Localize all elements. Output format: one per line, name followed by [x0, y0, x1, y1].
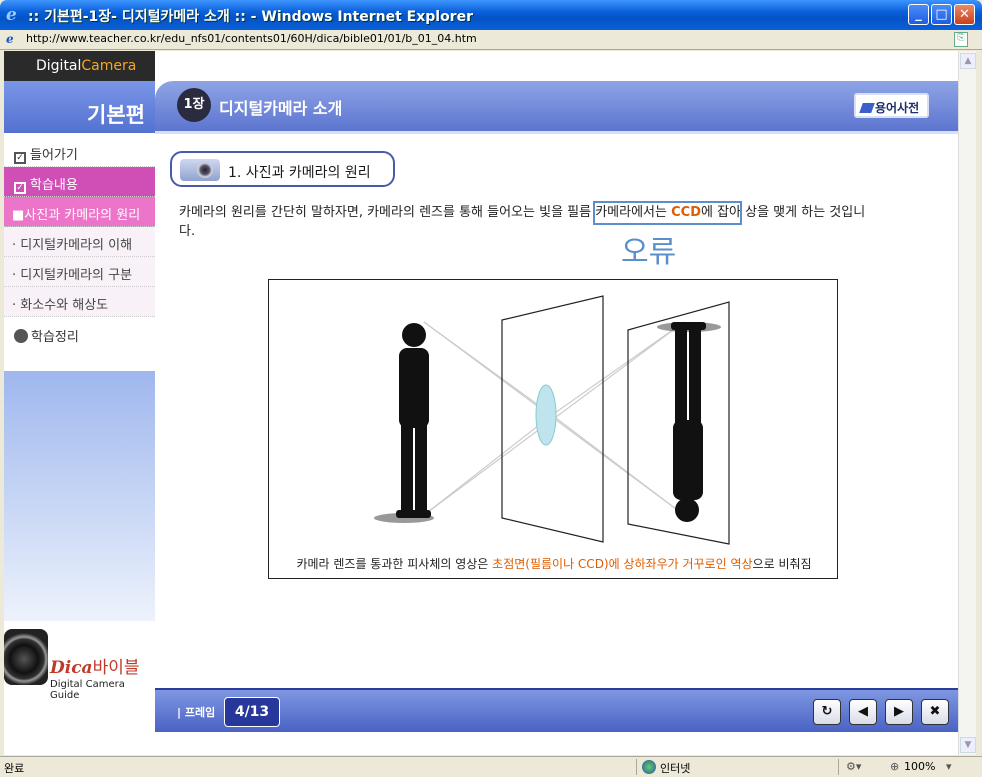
figure-caption: 카메라 렌즈를 통과한 피사체의 영상은 초점면(필름이나 CCD)에 상하좌우… — [269, 555, 839, 572]
zone-text: 인터넷 — [660, 762, 691, 775]
vertical-scrollbar[interactable]: ▲ ▼ — [958, 51, 976, 755]
brand-camera: Camera — [81, 58, 137, 74]
next-button[interactable]: ▶ — [885, 699, 913, 725]
bottom-bar: | 프레임 4/13 ↻ ◀ ▶ ✖ — [155, 688, 958, 732]
chapter-title: 디지털카메라 소개 — [219, 99, 343, 118]
inverted-image-silhouette — [671, 322, 706, 522]
logo-bible: 바이블 — [92, 658, 140, 678]
dica-bible-logo: Dica바이블 Digital Camera Guide — [4, 621, 155, 731]
address-bar[interactable]: e http://www.teacher.co.kr/edu_nfs01/con… — [0, 30, 982, 50]
compat-view-icon[interactable]: ⎘ — [954, 32, 968, 47]
menu-item-intro[interactable]: ✓ 들어가기 — [4, 137, 155, 167]
zoom-icon[interactable]: ⊕ — [890, 760, 899, 773]
sub-item-understanding[interactable]: · 디지털카메라의 이해 — [4, 227, 155, 257]
checkbox-icon: ✓ — [14, 182, 26, 194]
caption-part1: 카메라 렌즈를 통과한 피사체의 영상은 — [296, 557, 493, 571]
person-silhouette — [396, 323, 431, 518]
chapter-header: 1장 디지털카메라 소개 용어사전 — [155, 81, 958, 131]
frame-link[interactable]: | 프레임 — [177, 704, 215, 720]
status-separator — [636, 759, 637, 775]
checkbox-icon: ✓ — [14, 152, 26, 164]
scroll-down-arrow-icon[interactable]: ▼ — [960, 737, 976, 753]
error-label: 오류 — [621, 235, 677, 270]
glossary-label: 용어사전 — [875, 101, 920, 115]
page-indicator: 4/13 — [224, 697, 280, 727]
glossary-button[interactable]: 용어사전 — [854, 93, 929, 118]
book-icon — [859, 103, 875, 113]
figure-illustration — [374, 295, 730, 545]
browser-window: e :: 기본편-1장- 디지털카메라 소개 :: - Windows Inte… — [0, 0, 982, 777]
window-title: :: 기본편-1장- 디지털카메라 소개 :: - Windows Intern… — [28, 9, 473, 25]
status-text: 완료 — [4, 762, 25, 775]
page-viewport: DigitalCamera 기본편 ✓ 들어가기 ✓ 학습내용 ■사진과 카메라의 … — [4, 51, 958, 755]
zoom-level[interactable]: 100% — [904, 760, 935, 773]
status-bar: 완료 인터넷 ⚙▾ ⊕ 100% ▾ — [0, 756, 982, 777]
main-content: 1장 디지털카메라 소개 용어사전 1. 사진과 카메라의 원리 카메라의 원리… — [155, 51, 958, 755]
sub-item-resolution[interactable]: · 화소수와 해상도 — [4, 287, 155, 317]
prev-button[interactable]: ◀ — [849, 699, 877, 725]
error-highlight-box — [593, 201, 742, 225]
menu-item-label: 들어가기 — [30, 148, 78, 163]
ie-logo-icon: e — [6, 5, 17, 25]
exit-button[interactable]: ✖ — [921, 699, 949, 725]
divider — [155, 131, 958, 134]
zoom-dropdown-icon[interactable]: ▾ — [946, 760, 952, 773]
globe-icon — [642, 760, 656, 774]
status-separator — [838, 759, 839, 775]
menu-item-summary[interactable]: 학습정리 — [4, 319, 155, 349]
menu-item-label: 학습정리 — [31, 330, 79, 345]
camera-lens-icon — [4, 629, 48, 685]
close-button[interactable]: ✕ — [954, 4, 975, 25]
menu: ✓ 들어가기 ✓ 학습내용 ■사진과 카메라의 원리 · 디지털카메라의 이해 · … — [4, 133, 155, 371]
menu-item-study[interactable]: ✓ 학습내용 — [4, 167, 155, 197]
chapter-badge: 1장 — [177, 88, 211, 122]
brand-digital: Digital — [36, 58, 82, 74]
section-title-box: 1. 사진과 카메라의 원리 — [170, 151, 395, 187]
logo-text: Dica바이블 — [50, 653, 140, 678]
lens-shape — [535, 384, 557, 446]
scroll-up-arrow-icon[interactable]: ▲ — [960, 53, 976, 69]
description-text: 카메라의 원리를 간단히 말하자면, 카메라의 렌즈를 통해 들어오는 빛을 필… — [179, 203, 879, 241]
reload-button[interactable]: ↻ — [813, 699, 841, 725]
camera-icon — [180, 159, 220, 181]
logo-guide: Digital Camera Guide — [50, 679, 125, 701]
address-url[interactable]: http://www.teacher.co.kr/edu_nfs01/conte… — [26, 32, 477, 45]
summary-icon — [14, 329, 28, 343]
sub-item-principle[interactable]: ■사진과 카메라의 원리 — [4, 197, 155, 227]
title-bar: e :: 기본편-1장- 디지털카메라 소개 :: - Windows Inte… — [0, 0, 982, 30]
caption-part2: 으로 비춰짐 — [752, 557, 812, 571]
section-title: 1. 사진과 카메라의 원리 — [228, 165, 371, 181]
brand-title: DigitalCamera — [4, 51, 155, 81]
maximize-button[interactable]: □ — [931, 4, 952, 25]
caption-highlight: 초점면(필름이나 CCD)에 상하좌우가 거꾸로인 역상 — [492, 557, 753, 571]
security-icon[interactable]: ⚙▾ — [846, 760, 861, 773]
left-navigation: DigitalCamera 기본편 ✓ 들어가기 ✓ 학습내용 ■사진과 카메라의 … — [4, 51, 155, 731]
page-icon: e — [6, 32, 14, 46]
menu-item-label: 학습내용 — [30, 178, 78, 193]
sub-item-types[interactable]: · 디지털카메라의 구분 — [4, 257, 155, 287]
logo-dica: Dica — [50, 658, 93, 678]
camera-principle-figure: 카메라 렌즈를 통과한 피사체의 영상은 초점면(필름이나 CCD)에 상하좌우… — [268, 279, 838, 579]
minimize-button[interactable]: _ — [908, 4, 929, 25]
section-heading: 기본편 — [4, 81, 155, 133]
